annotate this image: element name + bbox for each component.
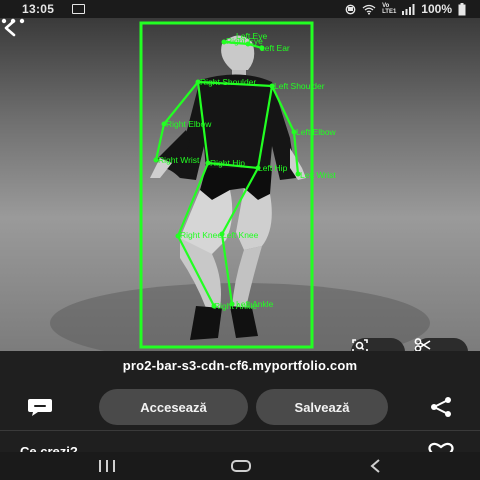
system-nav-bar: [0, 452, 480, 480]
nav-back-icon[interactable]: [368, 458, 382, 474]
label-left-eye: Left Eye: [236, 31, 267, 41]
home-icon[interactable]: [231, 460, 251, 472]
label-left-hip: Left Hip: [258, 163, 288, 173]
label-right-elbow: Right Elbow: [166, 119, 212, 129]
network-type: Vo LTE1: [382, 3, 396, 15]
section-divider: [0, 430, 480, 431]
source-url[interactable]: pro2-bar-s3-cdn-cf6.myportfolio.com: [0, 358, 480, 373]
battery-percent: 100%: [421, 2, 452, 16]
label-left-ankle: Left Ankle: [236, 299, 274, 309]
status-time: 13:05: [22, 2, 55, 16]
status-indicators: Vo LTE1 100%: [345, 2, 466, 16]
label-left-elbow: Left Elbow: [296, 127, 337, 137]
signal-icon: [402, 3, 415, 15]
label-right-wrist: Right Wrist: [158, 155, 200, 165]
label-right-hip: Right Hip: [210, 158, 245, 168]
status-bar: 13:05 Vo LTE1 100%: [0, 0, 480, 18]
wifi-icon: [362, 4, 376, 15]
share-icon[interactable]: [428, 396, 454, 418]
scissors-icon: [414, 338, 431, 351]
recents-icon[interactable]: [97, 460, 117, 472]
label-left-ear: Left Ear: [260, 43, 290, 53]
visual-search-button[interactable]: [351, 338, 405, 351]
label-left-wrist: Left Wrist: [300, 170, 336, 180]
alarm-icon: [345, 4, 356, 14]
comment-icon[interactable]: [26, 396, 54, 418]
cutout-button[interactable]: [414, 338, 468, 351]
label-left-knee: Left Knee: [222, 230, 259, 240]
access-button[interactable]: Accesează: [99, 389, 248, 425]
pose-photo[interactable]: Right Eye Left Eye Left Ear Right Should…: [0, 18, 480, 351]
image-notification-icon: [72, 4, 85, 14]
battery-icon: [458, 2, 466, 15]
photo-canvas: Right Eye Left Eye Left Ear Right Should…: [50, 21, 430, 351]
label-right-shoulder: Right Shoulder: [200, 77, 256, 87]
network-type-bottom: LTE1: [382, 9, 397, 15]
more-icon[interactable]: [0, 18, 26, 24]
lens-icon: [352, 339, 368, 351]
label-right-knee: Right Knee: [180, 230, 222, 240]
label-left-shoulder: Left Shoulder: [274, 81, 325, 91]
save-button[interactable]: Salvează: [256, 389, 388, 425]
